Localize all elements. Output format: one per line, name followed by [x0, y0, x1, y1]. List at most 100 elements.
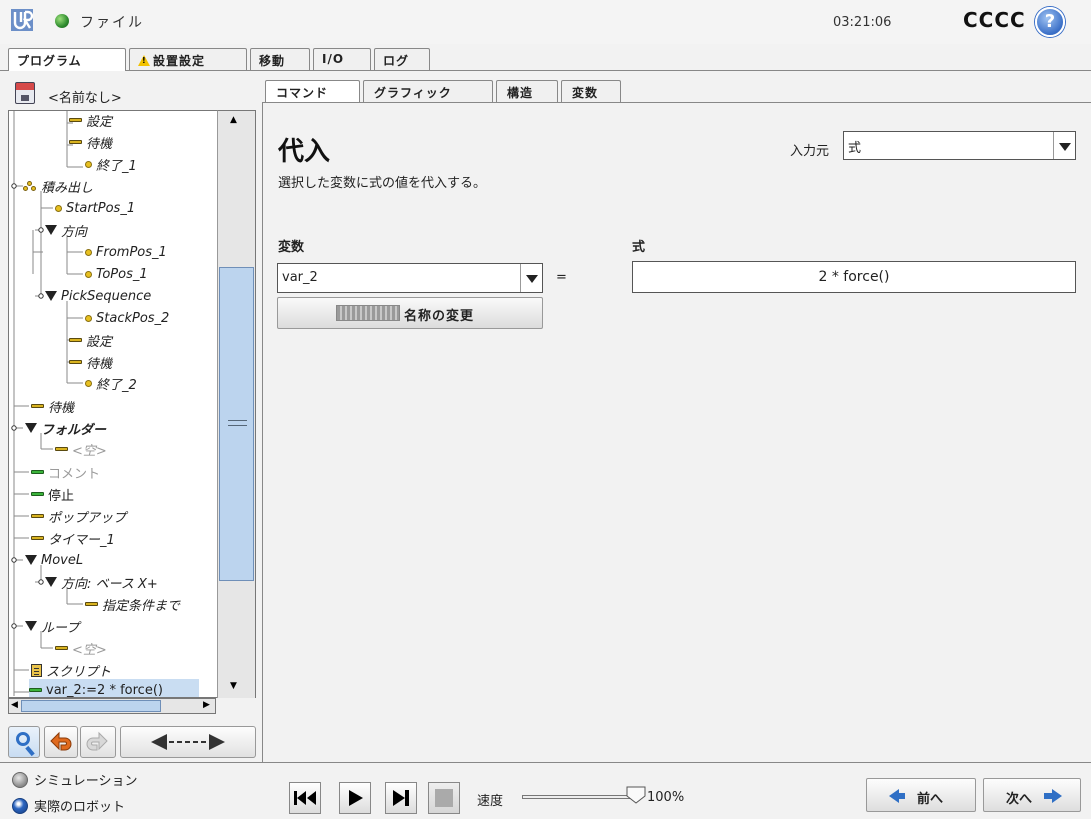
- scrollbar-thumb[interactable]: [21, 700, 161, 712]
- save-icon[interactable]: [15, 82, 35, 104]
- folder-triangle-icon: [25, 621, 37, 631]
- comment-icon: [31, 470, 44, 474]
- undo-button[interactable]: [44, 726, 78, 758]
- robot-status-icon: [55, 14, 69, 28]
- tree-item[interactable]: <空>: [55, 637, 107, 659]
- tab-variables[interactable]: 変数: [561, 80, 621, 102]
- tab-graphics-label: グラフィック: [374, 86, 452, 100]
- tree-item[interactable]: 待機: [69, 351, 112, 373]
- variable-select-value: var_2: [282, 270, 318, 285]
- tree-item-label: 待機: [86, 136, 113, 152]
- tree-item[interactable]: 設定: [69, 111, 113, 131]
- tab-move[interactable]: 移動: [250, 48, 310, 70]
- tree-item[interactable]: 待機: [31, 395, 74, 417]
- tree-item[interactable]: フォルダー: [25, 417, 106, 439]
- source-select[interactable]: 式: [843, 131, 1076, 160]
- waypoint-icon: [85, 160, 92, 168]
- chevron-down-icon[interactable]: [1053, 132, 1075, 159]
- simulation-option[interactable]: シミュレーション: [12, 770, 137, 789]
- step-button[interactable]: [385, 782, 417, 814]
- rename-button[interactable]: 名称の変更: [277, 297, 543, 329]
- tree-horizontal-scrollbar[interactable]: ◀ ▶: [8, 698, 216, 714]
- tree-item-label: 待機: [86, 356, 113, 372]
- tree-vertical-scrollbar[interactable]: ▲ ▼: [217, 110, 256, 698]
- halt-icon: [31, 492, 44, 496]
- search-button[interactable]: [8, 726, 40, 758]
- tree-item[interactable]: 方向: [45, 219, 87, 241]
- tree-item[interactable]: 指定条件まで: [85, 593, 180, 615]
- previous-label: 前へ: [917, 792, 944, 807]
- tab-installation[interactable]: 設置設定: [129, 48, 247, 70]
- expression-field[interactable]: 2 * force(): [632, 261, 1076, 293]
- play-icon: [349, 790, 363, 806]
- tab-structure[interactable]: 構造: [496, 80, 558, 102]
- scroll-down-icon[interactable]: ▼: [230, 681, 237, 691]
- simulation-label: シミュレーション: [34, 774, 138, 789]
- setting-icon: [69, 338, 82, 342]
- help-icon[interactable]: ?: [1035, 7, 1065, 37]
- variable-select[interactable]: var_2: [277, 263, 543, 293]
- command-panel: [262, 102, 1091, 762]
- tree-toolbar: [8, 726, 256, 760]
- scroll-left-icon[interactable]: ◀: [11, 700, 18, 710]
- tab-io[interactable]: I/O: [313, 48, 371, 70]
- scroll-right-icon[interactable]: ▶: [203, 700, 210, 710]
- play-button[interactable]: [339, 782, 371, 814]
- tree-item[interactable]: MoveL: [25, 549, 83, 571]
- tree-item[interactable]: ループ: [25, 615, 79, 637]
- move-node-button[interactable]: [120, 726, 256, 758]
- tree-item[interactable]: StackPos_2: [85, 307, 169, 329]
- tree-item[interactable]: 終了_2: [85, 372, 137, 394]
- real-robot-option[interactable]: 実際のロボット: [12, 796, 125, 815]
- redo-icon: [86, 731, 108, 751]
- redo-button[interactable]: [80, 726, 116, 758]
- tree-item[interactable]: 終了_1: [85, 153, 137, 175]
- previous-button[interactable]: 前へ: [866, 778, 976, 812]
- tree-item[interactable]: 設定: [69, 329, 112, 351]
- file-menu[interactable]: ファイル: [80, 12, 144, 32]
- tree-item[interactable]: StartPos_1: [55, 197, 135, 219]
- tree-item-label: ToPos_1: [96, 266, 148, 282]
- tree-item-label: 設定: [86, 114, 113, 130]
- tree-item[interactable]: 待機: [69, 131, 112, 153]
- tree-item[interactable]: <空>: [55, 438, 107, 460]
- next-button[interactable]: 次へ: [983, 778, 1081, 812]
- tree-item-label: 指定条件まで: [102, 598, 181, 614]
- tree-item[interactable]: 方向: ベース X+: [45, 571, 158, 593]
- folder-triangle-icon: [45, 577, 57, 587]
- tab-graphics[interactable]: グラフィック: [363, 80, 493, 102]
- tab-command[interactable]: コマンド: [265, 80, 360, 103]
- tree-item[interactable]: PickSequence: [45, 285, 151, 307]
- real-robot-radio-icon[interactable]: [12, 797, 28, 814]
- tree-item-label: <空>: [72, 642, 107, 658]
- tree-item-label: 終了_1: [96, 158, 137, 174]
- tree-item-selected[interactable]: var_2:=2 * force(): [29, 679, 199, 697]
- expression-label: 式: [632, 240, 646, 255]
- chevron-down-icon[interactable]: [520, 264, 542, 292]
- tree-item[interactable]: タイマー_1: [31, 527, 115, 549]
- program-name: <名前なし>: [48, 91, 122, 106]
- scrollbar-thumb[interactable]: [219, 267, 254, 581]
- top-bar: ファイル 03:21:06 CCCC ?: [0, 0, 1091, 44]
- stop-icon: [435, 789, 453, 807]
- rewind-button[interactable]: [289, 782, 321, 814]
- tab-program[interactable]: プログラム: [8, 48, 126, 71]
- double-arrow-icon: [151, 734, 225, 750]
- tree-item[interactable]: 停止: [31, 483, 74, 505]
- speed-slider-thumb[interactable]: [626, 786, 646, 804]
- speed-slider-track[interactable]: [522, 795, 642, 799]
- tree-item[interactable]: ポップアップ: [31, 505, 126, 527]
- tree-item[interactable]: スクリプト: [31, 659, 111, 681]
- tab-log[interactable]: ログ: [374, 48, 430, 70]
- empty-icon: [55, 646, 68, 650]
- tree-item[interactable]: ToPos_1: [85, 263, 148, 285]
- keyboard-icon: [336, 305, 400, 321]
- simulation-radio-icon[interactable]: [12, 771, 28, 788]
- tree-item[interactable]: コメント: [31, 461, 100, 483]
- stop-button[interactable]: [428, 782, 460, 814]
- tree-item-label: 方向: ベース X+: [61, 576, 158, 592]
- tree-item[interactable]: FromPos_1: [85, 241, 167, 263]
- speed-value: 100%: [647, 790, 685, 805]
- tree-item[interactable]: 積み出し: [23, 175, 93, 197]
- scroll-up-icon[interactable]: ▲: [230, 115, 237, 125]
